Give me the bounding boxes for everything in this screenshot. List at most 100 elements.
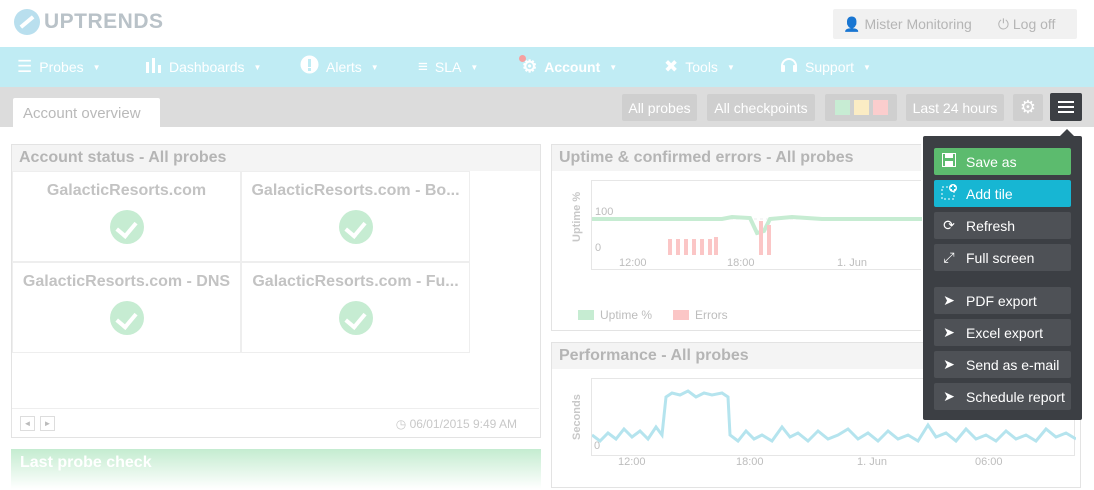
alert-icon [300, 55, 319, 79]
send-email-button[interactable]: ➤ Send as e-mail [934, 351, 1071, 378]
user-name: Mister Monitoring [864, 16, 972, 32]
nav-tools[interactable]: ✖ Tools ▼ [664, 47, 735, 87]
y-tick: 0 [594, 440, 601, 452]
x-tick: 18:00 [727, 257, 755, 269]
y-axis-label: Uptime % [571, 191, 583, 242]
nav-label: Support [805, 59, 855, 75]
refresh-icon: ⟳ [943, 217, 955, 233]
menu-label: PDF export [966, 292, 1037, 309]
nav-account[interactable]: ⚙ Account ▼ [519, 47, 617, 87]
probe-name: GalacticResorts.com - Bo... [251, 182, 460, 199]
legend-label: Uptime % [600, 308, 653, 322]
main-nav: ☰ Probes ▼ Dashboards ▼ Alerts ▼ ≡ SLA ▼ ⚙ A… [0, 47, 1094, 87]
send-icon: ➤ [943, 292, 955, 308]
y-axis-label: Seconds [571, 394, 583, 440]
status-filter[interactable] [825, 94, 897, 121]
user-icon: 👤 [843, 15, 861, 32]
refresh-button[interactable]: ⟳ Refresh [934, 212, 1071, 239]
status-ok-swatch[interactable] [834, 100, 850, 115]
excel-export-button[interactable]: ➤ Excel export [934, 319, 1071, 346]
power-icon: ⏻ [997, 15, 1009, 32]
all-probes-button[interactable]: All probes [622, 94, 697, 121]
menu-label: Save as [966, 153, 1017, 170]
checklist-icon: ≡ [418, 57, 428, 76]
next-page-button[interactable]: ► [40, 416, 55, 431]
account-status-panel: Account status - All probes GalacticReso… [11, 144, 541, 438]
menu-label: Refresh [966, 217, 1016, 234]
check-icon [338, 301, 373, 335]
dashboard-actions-menu: Save as Add tile ⟳ Refresh ⤢ Full screen… [923, 129, 1082, 420]
panel-title: Account status - All probes [12, 145, 540, 171]
nav-dashboards[interactable]: Dashboards ▼ [145, 47, 261, 87]
settings-button[interactable]: ⚙ [1013, 94, 1043, 121]
menu-label: Send as e-mail [966, 356, 1060, 373]
legend-uptime[interactable]: Uptime % [578, 308, 652, 322]
panel-title: Last probe check [20, 454, 152, 471]
fullscreen-icon: ⤢ [943, 249, 955, 265]
x-tick: 06:00 [975, 456, 1003, 468]
send-icon: ➤ [943, 324, 955, 340]
top-bar: UPTRENDS 👤 Mister Monitoring ⏻ Log off [0, 0, 1094, 47]
logo[interactable]: UPTRENDS [14, 9, 164, 35]
status-warning-swatch[interactable] [853, 100, 869, 115]
menu-label: Add tile [966, 185, 1013, 202]
y-tick: 100 [595, 206, 614, 218]
x-tick: 18:00 [736, 456, 764, 468]
menu-label: Excel export [966, 324, 1044, 341]
probe-name: GalacticResorts.com - Fu... [252, 273, 459, 290]
nav-label: Alerts [326, 59, 362, 75]
headset-icon [780, 55, 798, 79]
gear-icon: ⚙ [519, 55, 537, 77]
panel-footer: ◄ ► ◷ 06/01/2015 9:49 AM [12, 408, 539, 436]
y-tick: 0 [595, 242, 602, 254]
probe-tile[interactable]: GalacticResorts.com - Fu... [241, 262, 470, 353]
schedule-report-button[interactable]: ➤ Schedule report [934, 383, 1071, 410]
save-as-button[interactable]: Save as [934, 148, 1071, 175]
last-probe-check-panel: Last probe check [11, 449, 541, 489]
legend-label: Errors [695, 308, 728, 322]
logoff-button[interactable]: ⏻ Log off [998, 16, 1056, 33]
full-screen-button[interactable]: ⤢ Full screen [934, 244, 1071, 271]
check-icon [338, 210, 373, 244]
add-tile-button[interactable]: Add tile [934, 180, 1071, 207]
legend-errors[interactable]: Errors [673, 308, 728, 322]
send-icon: ➤ [943, 388, 955, 404]
nav-support[interactable]: Support ▼ [780, 47, 871, 87]
user-menu[interactable]: 👤 Mister Monitoring [843, 16, 972, 33]
notification-dot [519, 55, 526, 62]
add-tile-icon [940, 184, 958, 203]
nav-probes[interactable]: ☰ Probes ▼ [17, 47, 101, 87]
time-range-button[interactable]: Last 24 hours [906, 94, 1004, 121]
pdf-export-button[interactable]: ➤ PDF export [934, 287, 1071, 314]
tab-account-overview[interactable]: Account overview [13, 98, 160, 127]
caret-down-icon: ▼ [863, 62, 871, 72]
hamburger-icon [1058, 101, 1074, 103]
list-icon: ☰ [17, 57, 33, 76]
nav-label: Account [544, 59, 601, 75]
caret-down-icon: ▼ [92, 62, 101, 72]
hamburger-menu-button[interactable] [1050, 93, 1082, 121]
legend-swatch [673, 310, 689, 320]
timestamp: ◷ 06/01/2015 9:49 AM [395, 417, 517, 431]
status-error-swatch[interactable] [872, 100, 888, 115]
panel-title: Uptime & confirmed errors - All probes [552, 145, 921, 171]
logoff-label: Log off [1012, 16, 1056, 32]
gear-icon: ⚙ [1019, 97, 1037, 117]
nav-label: Probes [39, 59, 84, 75]
caret-down-icon: ▼ [726, 62, 735, 72]
check-icon [109, 210, 144, 244]
check-icon [109, 301, 144, 335]
prev-page-button[interactable]: ◄ [20, 416, 35, 431]
logo-icon [14, 9, 40, 35]
probe-tile[interactable]: GalacticResorts.com [12, 171, 241, 262]
tools-icon: ✖ [664, 57, 679, 76]
caret-down-icon: ▼ [470, 62, 479, 72]
nav-sla[interactable]: ≡ SLA ▼ [418, 47, 478, 87]
x-tick: 1. Jun [857, 456, 887, 468]
all-checkpoints-button[interactable]: All checkpoints [707, 94, 815, 121]
nav-label: Tools [685, 59, 718, 75]
nav-alerts[interactable]: Alerts ▼ [300, 47, 379, 87]
probe-tile[interactable]: GalacticResorts.com - Bo... [241, 171, 470, 262]
nav-label: SLA [434, 59, 462, 75]
probe-tile[interactable]: GalacticResorts.com - DNS [12, 262, 241, 353]
